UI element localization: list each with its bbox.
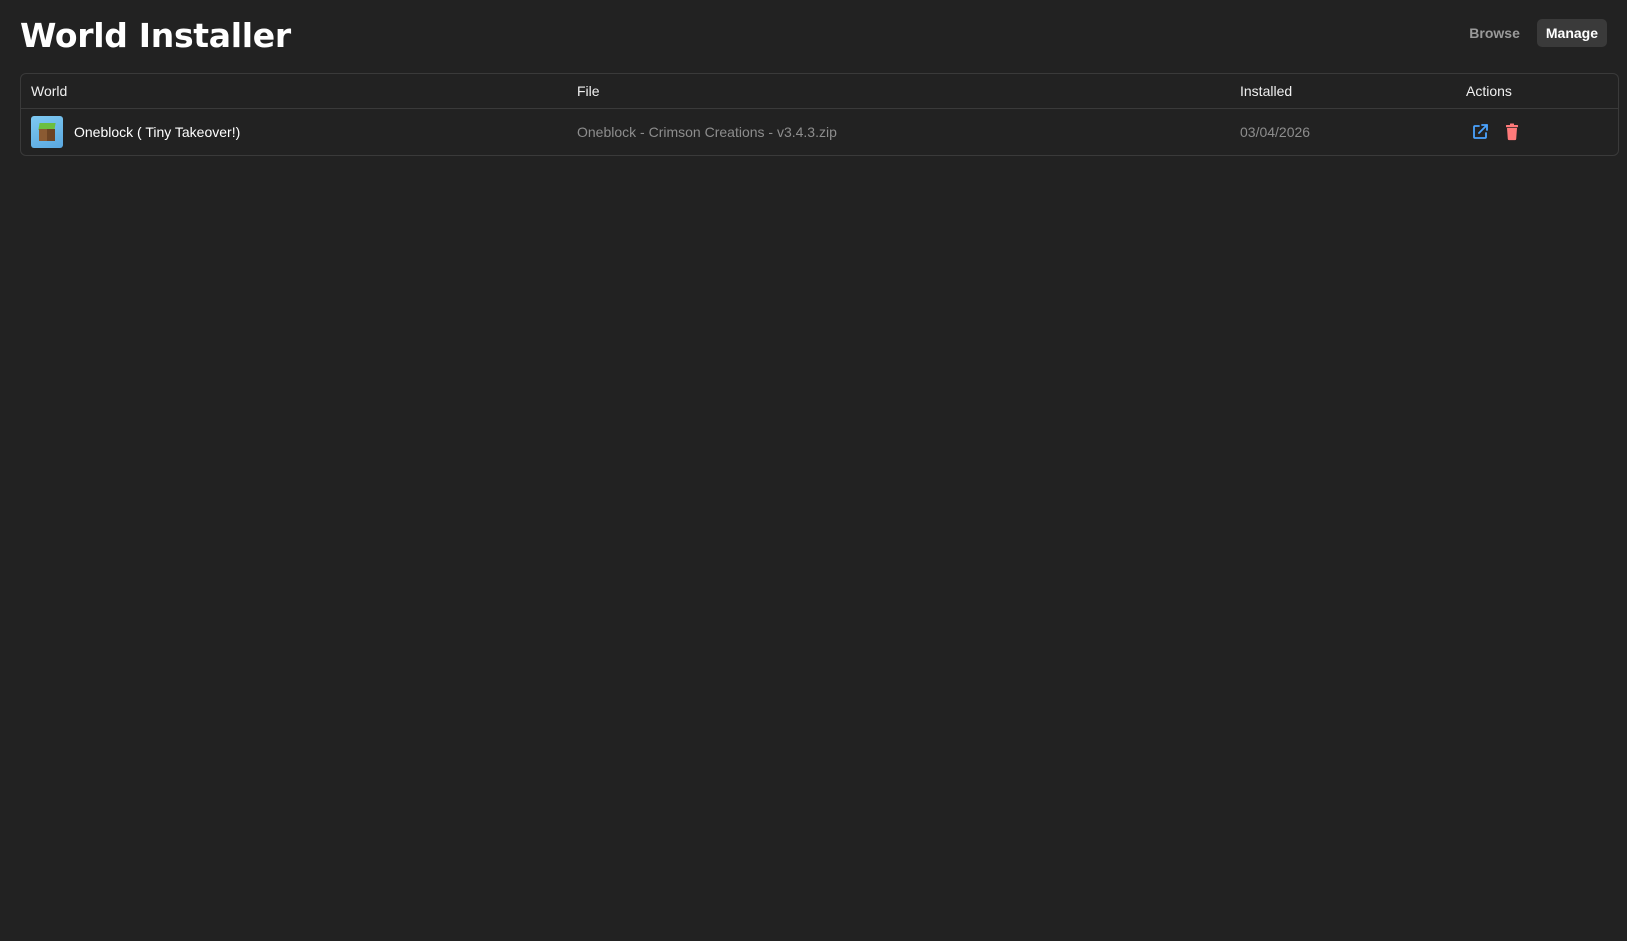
page-title: World Installer	[20, 16, 291, 55]
open-external-icon[interactable]	[1470, 122, 1490, 142]
world-thumbnail	[31, 116, 63, 148]
actions-cell	[1456, 109, 1618, 156]
tab-browse[interactable]: Browse	[1460, 19, 1529, 47]
world-name: Oneblock ( Tiny Takeover!)	[74, 124, 241, 140]
header: World Installer Browse Manage	[20, 16, 1607, 56]
installed-date: 03/04/2026	[1240, 124, 1311, 140]
column-header-installed: Installed	[1230, 74, 1456, 109]
column-header-file: File	[567, 74, 1230, 109]
world-cell: Oneblock ( Tiny Takeover!)	[21, 109, 567, 156]
file-name: Oneblock - Crimson Creations - v3.4.3.zi…	[577, 124, 837, 140]
table-header-row: World File Installed Actions	[21, 74, 1618, 109]
view-tabs: Browse Manage	[1460, 19, 1607, 47]
column-header-world: World	[21, 74, 567, 109]
trash-icon[interactable]	[1502, 122, 1522, 142]
page: World Installer Browse Manage World File…	[0, 0, 1627, 941]
tab-manage[interactable]: Manage	[1536, 19, 1607, 47]
installed-worlds-table: World File Installed Actions Oneblock (…	[20, 73, 1619, 156]
column-header-actions: Actions	[1456, 74, 1618, 109]
table-row: Oneblock ( Tiny Takeover!) Oneblock - Cr…	[21, 109, 1618, 156]
